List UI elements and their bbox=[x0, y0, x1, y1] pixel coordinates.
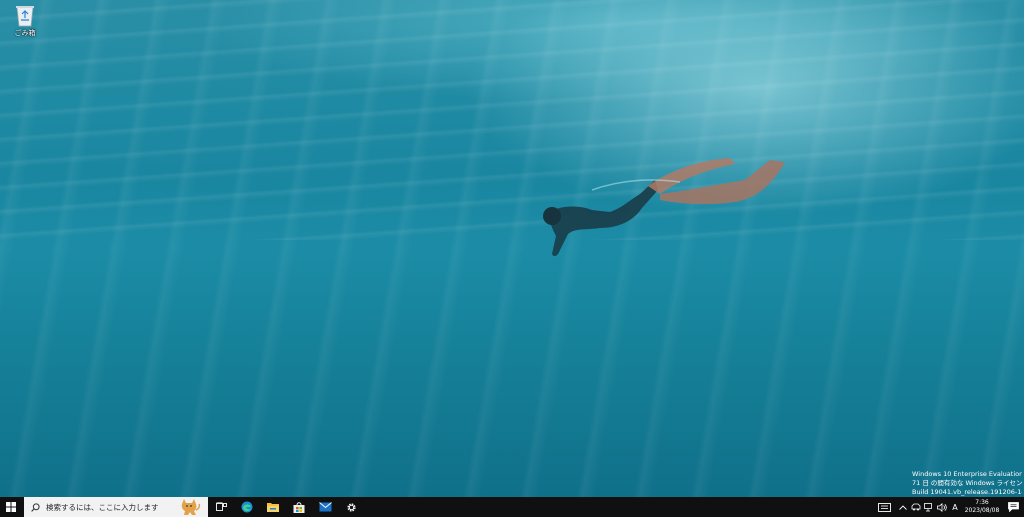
action-center-button[interactable] bbox=[1002, 497, 1024, 517]
chevron-up-icon bbox=[899, 504, 907, 510]
taskbar: 検索するには、ここに入力します A 7:36 2023/08/08 bbox=[0, 497, 1024, 517]
mail-icon bbox=[318, 502, 332, 512]
show-hidden-icons-button[interactable] bbox=[897, 497, 909, 517]
search-icon bbox=[31, 502, 40, 512]
tray-app-button[interactable] bbox=[909, 497, 922, 517]
desktop-icon-label: ごみ箱 bbox=[14, 29, 36, 37]
search-placeholder: 検索するには、ここに入力します bbox=[46, 502, 159, 512]
clock-button[interactable]: 7:36 2023/08/08 bbox=[962, 499, 1002, 515]
start-button[interactable] bbox=[0, 497, 22, 517]
desktop-icon-recycle-bin[interactable]: ごみ箱 bbox=[6, 3, 44, 38]
task-view-icon bbox=[215, 502, 227, 511]
speaker-icon bbox=[936, 502, 947, 512]
network-icon bbox=[923, 502, 932, 511]
clock-time: 7:36 bbox=[975, 499, 989, 506]
file-explorer-icon bbox=[267, 503, 279, 512]
windows-logo-icon bbox=[6, 502, 16, 512]
recycle-bin-icon bbox=[16, 6, 34, 27]
settings-button[interactable] bbox=[338, 497, 364, 517]
edge-icon bbox=[241, 501, 253, 513]
store-button[interactable] bbox=[286, 497, 312, 517]
task-view-button[interactable] bbox=[208, 497, 234, 517]
activation-watermark: Windows 10 Enterprise Evaluation 71 日 の間… bbox=[912, 470, 1022, 497]
wave-overlay bbox=[0, 0, 1024, 240]
keyboard-icon bbox=[877, 502, 891, 512]
light-rays-overlay bbox=[0, 0, 1024, 497]
store-icon bbox=[293, 501, 305, 513]
file-explorer-button[interactable] bbox=[260, 497, 286, 517]
mail-button[interactable] bbox=[312, 497, 338, 517]
search-input[interactable]: 検索するには、ここに入力します bbox=[24, 497, 208, 517]
keyboard-layout-button[interactable] bbox=[871, 497, 897, 517]
watermark-edition: Windows 10 Enterprise Evaluation bbox=[912, 470, 1022, 478]
swimmer-silhouette bbox=[543, 158, 785, 257]
notification-icon bbox=[1007, 502, 1019, 512]
system-tray: A 7:36 2023/08/08 bbox=[871, 497, 1024, 517]
cloud-car-icon bbox=[911, 503, 920, 511]
edge-button[interactable] bbox=[234, 497, 260, 517]
watermark-license: 71 日 の間有効な Windows ライセンス bbox=[912, 479, 1022, 487]
desktop-wallpaper: ごみ箱 Windows 10 Enterprise Evaluation 71 … bbox=[0, 0, 1024, 497]
volume-button[interactable] bbox=[935, 497, 948, 517]
clock-date: 2023/08/08 bbox=[964, 507, 1000, 514]
ime-mode-indicator[interactable]: A bbox=[948, 497, 962, 517]
settings-icon bbox=[346, 502, 356, 512]
network-button[interactable] bbox=[922, 497, 935, 517]
watermark-build: Build 19041.vb_release.191206-1406 bbox=[912, 488, 1022, 496]
